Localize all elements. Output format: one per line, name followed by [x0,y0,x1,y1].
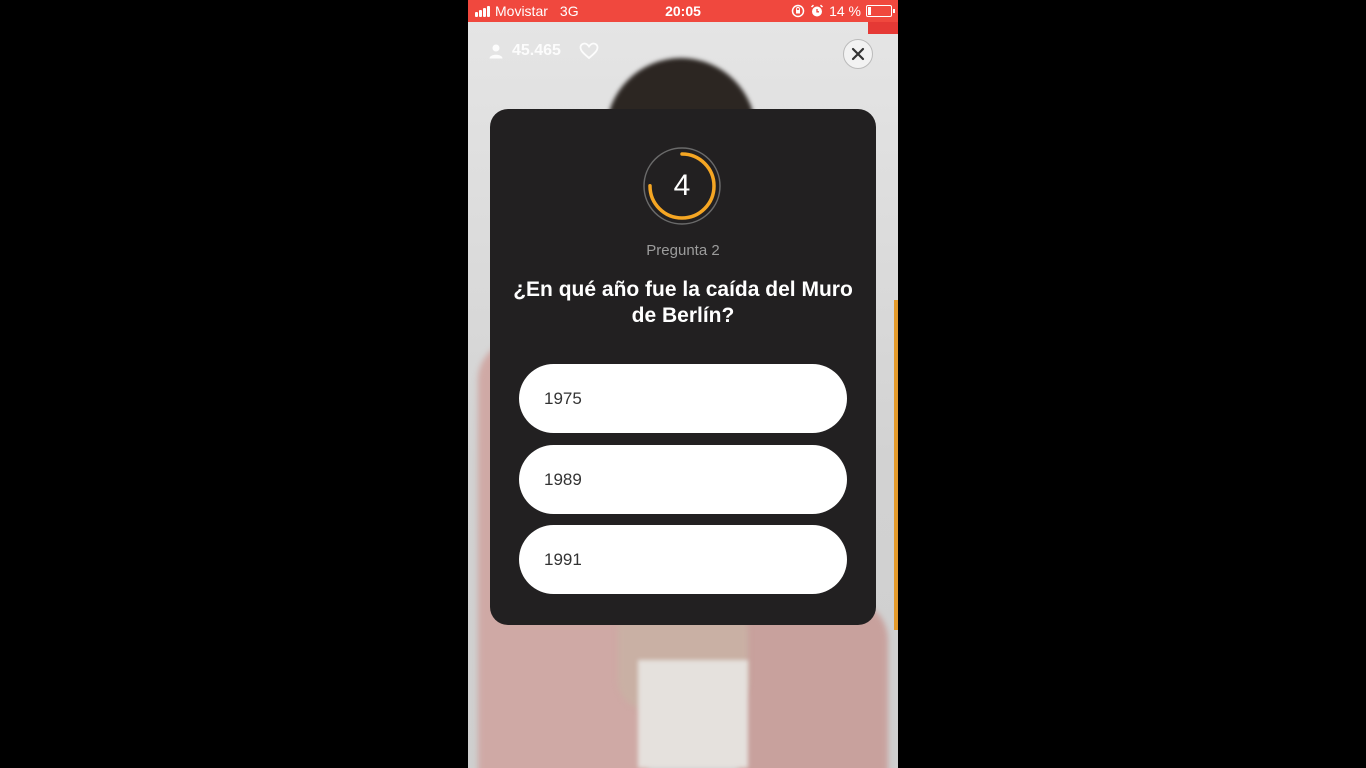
answer-option[interactable]: 1989 [519,445,847,514]
close-button[interactable] [843,39,873,69]
battery-percent: 14 % [829,3,861,19]
status-bar: Movistar 3G 20:05 14 % [468,0,898,22]
quiz-card: 4 Pregunta 2 ¿En qué año fue la caída de… [490,109,876,625]
countdown-timer: 4 [642,146,722,226]
answer-option[interactable]: 1991 [519,525,847,594]
phone-screen: Movistar 3G 20:05 14 % 45.465 4 Pregunta… [468,0,898,768]
battery-icon [866,5,895,17]
carrier-name: Movistar [495,3,548,19]
alarm-icon [811,4,824,17]
viewer-counter: 45.465 [488,42,599,60]
heart-icon[interactable] [579,42,599,60]
close-icon [851,47,865,61]
signal-icon [475,5,490,17]
user-icon [489,44,503,59]
answer-option[interactable]: 1975 [519,364,847,433]
answer-label: 1975 [544,388,582,408]
answer-label: 1989 [544,469,582,489]
viewer-count: 45.465 [512,42,561,59]
network-type: 3G [559,3,579,19]
question-text: ¿En qué año fue la caída del Muro de Ber… [513,278,853,327]
question-number: Pregunta 2 [646,242,720,259]
timer-value: 4 [673,169,691,202]
rotation-lock-icon [791,4,805,18]
answer-label: 1991 [544,549,582,569]
